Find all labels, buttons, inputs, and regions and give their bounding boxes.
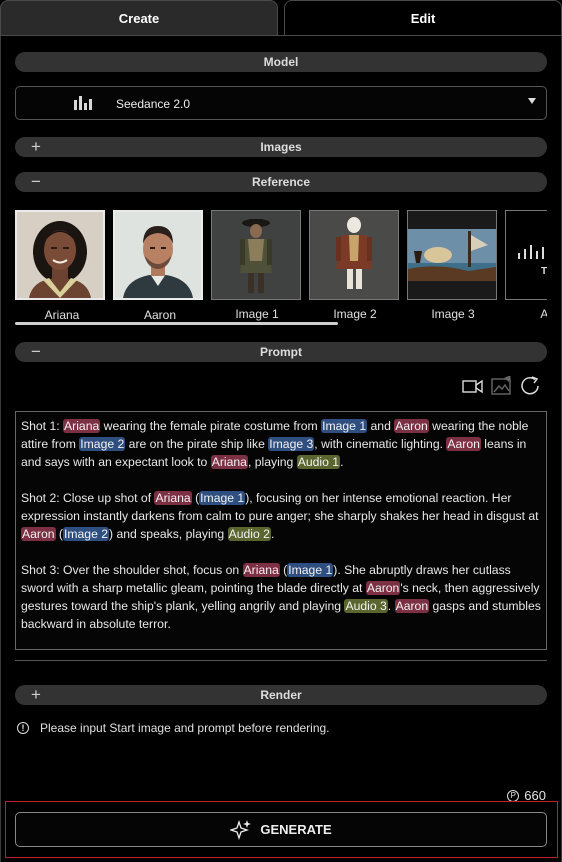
tab-create[interactable]: Create bbox=[0, 0, 278, 36]
prompt-textarea[interactable]: Shot 1: Ariana wearing the female pirate… bbox=[15, 411, 547, 650]
portrait-woman-image bbox=[17, 212, 103, 298]
generate-label: GENERATE bbox=[260, 822, 332, 837]
section-reference-title: Reference bbox=[251, 175, 311, 189]
caret-down-icon bbox=[528, 98, 536, 104]
generate-button[interactable]: GENERATE bbox=[15, 812, 547, 847]
section-images-title: Images bbox=[260, 140, 302, 154]
tag-person[interactable]: Aaron bbox=[365, 581, 401, 595]
tag-person[interactable]: Ariana bbox=[154, 491, 192, 505]
section-model-title: Model bbox=[263, 55, 299, 69]
expand-plus-icon[interactable]: + bbox=[31, 137, 41, 157]
tag-image[interactable]: Image 1 bbox=[321, 419, 368, 433]
audio-thumb-text: T bbox=[541, 266, 547, 277]
prompt-shot-1: Shot 1: Ariana wearing the female pirate… bbox=[21, 419, 529, 469]
tag-image[interactable]: Image 1 bbox=[287, 563, 334, 577]
model-bars-icon bbox=[74, 96, 92, 110]
reference-item-image-2[interactable]: Image 2 bbox=[309, 210, 399, 321]
reference-label: Aud bbox=[540, 307, 547, 321]
tag-person[interactable]: Aaron bbox=[394, 419, 429, 433]
tag-image[interactable]: Image 1 bbox=[199, 491, 246, 505]
audio-waveform-icon bbox=[506, 211, 547, 299]
tag-audio[interactable]: Audio 2 bbox=[227, 527, 271, 541]
section-render-header[interactable]: + Render bbox=[15, 685, 547, 705]
pirate-costume-image bbox=[212, 211, 300, 299]
tag-person[interactable]: Ariana bbox=[63, 419, 101, 433]
reference-item-ariana[interactable]: Ariana bbox=[15, 210, 105, 322]
tab-divider bbox=[0, 35, 562, 36]
image-edit-icon[interactable] bbox=[491, 375, 513, 396]
reference-label: Aaron bbox=[143, 308, 177, 322]
reference-strip[interactable]: Ariana Aaron Image 1 Image 2 Image 3 T A bbox=[15, 210, 547, 325]
tab-edit[interactable]: Edit bbox=[284, 0, 562, 36]
sparkle-icon bbox=[230, 819, 252, 840]
reference-item-image-1[interactable]: Image 1 bbox=[211, 210, 301, 321]
reference-item-aaron[interactable]: Aaron bbox=[113, 210, 203, 322]
tag-image[interactable]: Image 2 bbox=[62, 527, 110, 541]
section-reference-header[interactable]: − Reference bbox=[15, 172, 547, 192]
video-camera-icon[interactable] bbox=[462, 376, 484, 396]
section-prompt-title: Prompt bbox=[260, 345, 302, 359]
tag-person[interactable]: Aaron bbox=[394, 599, 430, 613]
reference-item-image-3[interactable]: Image 3 bbox=[407, 210, 497, 321]
tag-person[interactable]: Ariana bbox=[242, 563, 280, 577]
reference-label: Image 3 bbox=[431, 307, 475, 321]
tab-bar: Create Edit bbox=[0, 0, 562, 36]
noble-attire-image bbox=[310, 211, 398, 299]
reference-label: Ariana bbox=[44, 308, 80, 322]
refresh-icon[interactable] bbox=[520, 376, 542, 396]
reference-label: Image 2 bbox=[333, 307, 377, 321]
reference-label: Image 1 bbox=[235, 307, 279, 321]
tag-person[interactable]: Ariana bbox=[210, 455, 248, 469]
section-prompt-header[interactable]: − Prompt bbox=[15, 342, 547, 362]
prompt-shot-3: Shot 3: Over the shoulder shot, focus on… bbox=[21, 563, 541, 631]
portrait-man-image bbox=[115, 212, 201, 298]
reference-scrollbar[interactable] bbox=[15, 322, 338, 325]
section-render-title: Render bbox=[260, 688, 302, 702]
credits-icon: P bbox=[507, 789, 520, 802]
section-images-header[interactable]: + Images bbox=[15, 137, 547, 157]
section-divider bbox=[15, 660, 547, 661]
reference-item-audio[interactable]: T Aud bbox=[505, 210, 547, 321]
render-warning-text: Please input Start image and prompt befo… bbox=[40, 721, 330, 735]
section-model-header: Model bbox=[15, 52, 547, 72]
collapse-minus-icon[interactable]: − bbox=[31, 342, 41, 362]
render-warning: ! Please input Start image and prompt be… bbox=[17, 721, 330, 735]
tag-person[interactable]: Aaron bbox=[21, 527, 56, 541]
info-alert-icon: ! bbox=[17, 722, 29, 734]
tag-audio[interactable]: Audio 3 bbox=[344, 599, 388, 613]
model-select-value: Seedance 2.0 bbox=[116, 97, 191, 111]
pirate-ship-image bbox=[408, 211, 496, 299]
model-select[interactable]: Seedance 2.0 bbox=[15, 86, 547, 120]
panel-border-left bbox=[0, 36, 1, 862]
expand-plus-icon[interactable]: + bbox=[31, 685, 41, 705]
prompt-shot-2: Shot 2: Close up shot of Ariana (Image 1… bbox=[21, 491, 539, 541]
tag-person[interactable]: Aaron bbox=[446, 437, 481, 451]
collapse-minus-icon[interactable]: − bbox=[31, 172, 41, 192]
tag-image[interactable]: Image 2 bbox=[79, 437, 126, 451]
tag-audio[interactable]: Audio 1 bbox=[296, 455, 341, 469]
tag-image[interactable]: Image 3 bbox=[268, 437, 315, 451]
